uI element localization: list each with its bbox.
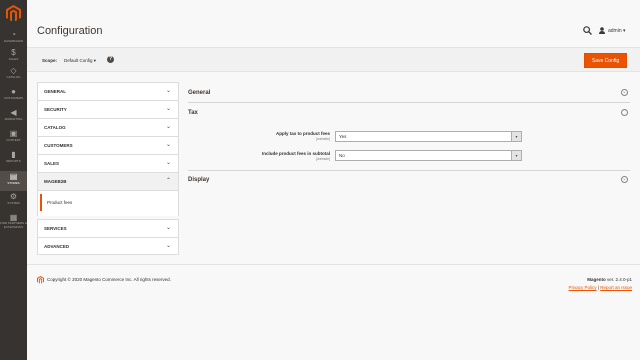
- section-divider: [188, 102, 630, 103]
- nav-sales[interactable]: $ Sales: [0, 48, 27, 66]
- megaphone-icon: ◀: [10, 108, 17, 117]
- chevron-down-icon: ▾: [511, 151, 521, 160]
- config-tabs: GENERAL ⌄ SECURITY ⌄ CATALOG ⌄ CUSTOMERS…: [37, 82, 179, 255]
- nav-dashboard[interactable]: ◔ Dashboard: [0, 30, 27, 48]
- bar-chart-icon: ▮: [11, 150, 16, 159]
- admin-username: admin ▾: [608, 27, 626, 34]
- footer-divider: [27, 264, 640, 265]
- gear-icon: ⚙: [9, 192, 18, 201]
- save-config-button[interactable]: Save Config: [584, 53, 627, 68]
- chevron-down-icon: ⌄: [165, 160, 171, 166]
- nav-find-partners[interactable]: ▦ Find Partners & Extensions: [0, 213, 27, 235]
- admin-menu: ◔ Dashboard $ Sales ◇ Catalog ● Customer…: [0, 0, 27, 360]
- collapse-icon[interactable]: ⌃: [621, 109, 628, 116]
- tab-advanced[interactable]: ADVANCED ⌄: [37, 237, 179, 255]
- copyright-text: Copyright © 2020 Magento Commerce Inc. A…: [47, 277, 171, 282]
- user-icon: [599, 27, 605, 34]
- puzzle-icon: ▦: [9, 213, 18, 222]
- apply-tax-scope: [website]: [316, 137, 330, 141]
- admin-user-menu[interactable]: admin ▾: [599, 27, 626, 34]
- person-icon: ●: [11, 87, 16, 96]
- tab-sales[interactable]: SALES ⌄: [37, 154, 179, 172]
- nav-system[interactable]: ⚙ System: [0, 192, 27, 210]
- store-icon: ▤: [9, 172, 18, 181]
- include-fees-select[interactable]: No ▾: [335, 150, 522, 161]
- report-issue-link[interactable]: Report an Issue: [600, 285, 632, 290]
- mageb2b-subitems: Product fees: [37, 190, 179, 216]
- help-icon[interactable]: ?: [107, 56, 114, 63]
- chevron-up-icon: ⌃: [165, 178, 171, 184]
- nav-stores[interactable]: ▤ Stores: [0, 171, 27, 191]
- dashboard-icon: ◔: [11, 30, 16, 39]
- nav-catalog[interactable]: ◇ Catalog: [0, 66, 27, 84]
- chevron-down-icon: ⌄: [165, 88, 171, 94]
- magento-footer-logo: [37, 276, 44, 284]
- cube-icon: ◇: [10, 66, 17, 75]
- tab-services[interactable]: SERVICES ⌄: [37, 219, 179, 237]
- apply-tax-label: Apply tax to product fees: [275, 131, 330, 136]
- chevron-down-icon: ⌄: [165, 225, 171, 231]
- scope-switcher[interactable]: Default Config ▾: [64, 58, 96, 64]
- magento-version: Magento ver. 2.4.0-p1: [587, 277, 632, 282]
- tab-catalog[interactable]: CATALOG ⌄: [37, 118, 179, 136]
- apply-tax-select[interactable]: Yes ▾: [335, 131, 522, 142]
- section-display[interactable]: Display ⌄: [188, 175, 630, 185]
- chevron-down-icon: ▾: [511, 132, 521, 141]
- chevron-down-icon: ⌄: [165, 124, 171, 130]
- tab-general[interactable]: GENERAL ⌄: [37, 82, 179, 100]
- content-icon: ▣: [9, 129, 18, 138]
- chevron-down-icon: ⌄: [165, 106, 171, 112]
- dollar-icon: $: [11, 48, 16, 57]
- section-general-title: General: [188, 90, 211, 96]
- subtab-product-fees[interactable]: Product fees: [40, 194, 178, 211]
- section-tax-title: Tax: [188, 110, 198, 116]
- scope-label: Scope:: [42, 58, 58, 63]
- nav-reports[interactable]: ▮ Reports: [0, 150, 27, 168]
- chevron-down-icon: ⌄: [165, 243, 171, 249]
- nav-marketing[interactable]: ◀ Marketing: [0, 108, 27, 126]
- section-divider: [188, 170, 630, 171]
- tab-security[interactable]: SECURITY ⌄: [37, 100, 179, 118]
- tab-customers[interactable]: CUSTOMERS ⌄: [37, 136, 179, 154]
- include-fees-label: Include product fees in subtotal: [261, 151, 330, 156]
- tab-mageb2b[interactable]: MAGEB2B ⌃: [37, 172, 179, 190]
- section-general[interactable]: General ⌄: [188, 88, 630, 98]
- expand-icon[interactable]: ⌄: [621, 176, 628, 183]
- nav-customers[interactable]: ● Customers: [0, 87, 27, 105]
- scope-bar: Scope: Default Config ▾ ? Save Config: [27, 47, 640, 72]
- chevron-down-icon: ⌄: [165, 142, 171, 148]
- include-fees-scope: [website]: [316, 157, 330, 161]
- section-tax[interactable]: Tax ⌃: [188, 108, 630, 118]
- expand-icon[interactable]: ⌄: [621, 89, 628, 96]
- page-title: Configuration: [37, 25, 103, 37]
- search-icon[interactable]: [583, 26, 592, 35]
- footer-links: Privacy Policy | Report an Issue: [568, 285, 632, 290]
- nav-content[interactable]: ▣ Content: [0, 129, 27, 147]
- section-display-title: Display: [188, 177, 210, 183]
- privacy-policy-link[interactable]: Privacy Policy: [569, 285, 597, 290]
- magento-logo[interactable]: [6, 5, 21, 22]
